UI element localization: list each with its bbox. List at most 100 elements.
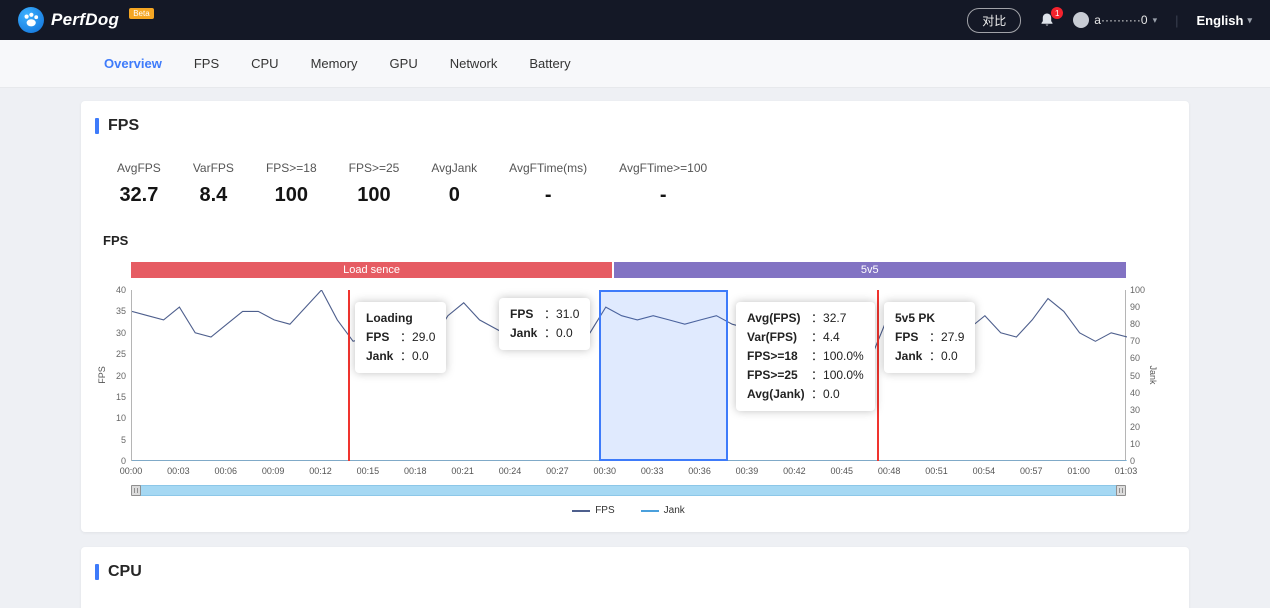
stat-value: - — [619, 184, 707, 207]
tooltip-colon: ： — [400, 330, 412, 344]
tooltip-colon: ： — [544, 326, 556, 340]
stat-varfps: VarFPS8.4 — [193, 161, 234, 207]
y-tick-label: 50 — [1130, 371, 1140, 381]
y-axis-right-title: Jank — [1148, 365, 1158, 384]
tooltip-row-label: Avg(FPS) — [747, 309, 811, 328]
y-tick-label: 80 — [1130, 319, 1140, 329]
tooltip-row-label: Avg(Jank) — [747, 385, 811, 404]
y-tick-label: 35 — [116, 306, 126, 316]
tab-memory[interactable]: Memory — [311, 56, 358, 71]
tooltip-colon: ： — [400, 349, 412, 363]
x-tick-label: 00:57 — [1020, 466, 1043, 476]
nav-tabs: Overview FPS CPU Memory GPU Network Battery — [0, 40, 1270, 88]
y-tick-label: 0 — [1130, 456, 1135, 466]
legend-label: FPS — [595, 505, 614, 516]
tooltip-row-value: 29.0 — [412, 330, 435, 344]
stat-value: 100 — [349, 184, 400, 207]
tooltip-colon: ： — [811, 387, 823, 401]
tooltip-row: Jank：0.0 — [895, 347, 964, 366]
perfdog-logo-icon — [18, 7, 44, 33]
tooltip-row-value: 31.0 — [556, 307, 579, 321]
y-tick-label: 15 — [116, 392, 126, 402]
fps-stats-row: AvgFPS32.7VarFPS8.4FPS>=18100FPS>=25100A… — [117, 161, 1189, 207]
fps-section-header: FPS — [95, 117, 1189, 135]
notification-bell[interactable]: 1 — [1039, 12, 1055, 28]
chart-scrollbar[interactable] — [131, 485, 1126, 496]
chart-tooltip: FPS：31.0Jank：0.0 — [499, 298, 590, 350]
x-tick-label: 00:51 — [925, 466, 948, 476]
tooltip-row-value: 27.9 — [941, 330, 964, 344]
chart-legend: FPS Jank — [131, 505, 1126, 516]
fps-card: FPS AvgFPS32.7VarFPS8.4FPS>=18100FPS>=25… — [81, 101, 1189, 532]
x-tick-label: 00:03 — [167, 466, 190, 476]
stat-label: AvgFTime(ms) — [509, 161, 587, 175]
tab-gpu[interactable]: GPU — [390, 56, 418, 71]
stat-value: 0 — [431, 184, 477, 207]
tooltip-row-value: 32.7 — [823, 311, 846, 325]
tab-battery[interactable]: Battery — [529, 56, 570, 71]
chart-tooltip: 5v5 PKFPS：27.9Jank：0.0 — [884, 302, 975, 373]
tab-network[interactable]: Network — [450, 56, 498, 71]
fps-chart-title: FPS — [103, 233, 1189, 248]
x-tick-label: 00:54 — [973, 466, 996, 476]
chart-tooltip: LoadingFPS：29.0Jank：0.0 — [355, 302, 446, 373]
x-tick-label: 00:42 — [783, 466, 806, 476]
y-tick-label: 20 — [116, 371, 126, 381]
tooltip-row: FPS>=25：100.0% — [747, 366, 864, 385]
stat-fps-18: FPS>=18100 — [266, 161, 317, 207]
tooltip-row-value: 0.0 — [412, 349, 429, 363]
region-bands: Load sence5v5 — [131, 262, 1126, 278]
legend-item-fps[interactable]: FPS — [572, 505, 614, 516]
stat-avgftime-100: AvgFTime>=100- — [619, 161, 707, 207]
stat-value: 32.7 — [117, 184, 161, 207]
tab-cpu[interactable]: CPU — [251, 56, 278, 71]
cpu-card: CPU AvgTotal(%)AvgTotal<=60%AvgAPP(%)Avg… — [81, 547, 1189, 608]
event-marker-line — [877, 290, 879, 461]
cpu-section-title: CPU — [108, 563, 142, 581]
section-accent-bar — [95, 564, 99, 580]
y-tick-label: 100 — [1130, 285, 1145, 295]
tooltip-row-label: FPS>=18 — [747, 347, 811, 366]
compare-button[interactable]: 对比 — [967, 8, 1021, 33]
x-tick-label: 00:45 — [830, 466, 853, 476]
tooltip-row: Avg(Jank)：0.0 — [747, 385, 864, 404]
tooltip-row: FPS：31.0 — [510, 305, 579, 324]
tooltip-row: FPS：27.9 — [895, 328, 964, 347]
y-tick-label: 90 — [1130, 302, 1140, 312]
stat-value: - — [509, 184, 587, 207]
y-axis-left-title: FPS — [97, 366, 107, 384]
tooltip-row: Avg(FPS)：32.7 — [747, 309, 864, 328]
y-tick-label: 70 — [1130, 336, 1140, 346]
legend-line-icon — [641, 510, 659, 512]
tooltip-row: FPS>=18：100.0% — [747, 347, 864, 366]
header-divider: | — [1175, 13, 1178, 28]
fps-line-chart: Load sence5v5 0510152025303540 010203040… — [131, 262, 1126, 516]
language-selector[interactable]: English ▾ — [1197, 13, 1252, 28]
tooltip-row-value: 0.0 — [941, 349, 958, 363]
scrollbar-handle-right[interactable] — [1116, 485, 1126, 496]
plot-area[interactable]: 0510152025303540 0102030405060708090100 … — [131, 290, 1126, 461]
y-tick-label: 20 — [1130, 422, 1140, 432]
brand-title: PerfDog — [51, 10, 119, 30]
x-tick-label: 00:48 — [878, 466, 901, 476]
legend-item-jank[interactable]: Jank — [641, 505, 685, 516]
account-menu[interactable]: a··········0 ▾ — [1073, 12, 1157, 28]
tooltip-colon: ： — [811, 349, 823, 363]
tooltip-row-label: FPS>=25 — [747, 366, 811, 385]
x-tick-label: 00:06 — [214, 466, 237, 476]
x-tick-label: 00:24 — [499, 466, 522, 476]
x-tick-label: 00:00 — [120, 466, 143, 476]
scrollbar-handle-left[interactable] — [131, 485, 141, 496]
tooltip-row-value: 0.0 — [823, 387, 840, 401]
tooltip-row-label: Var(FPS) — [747, 328, 811, 347]
tab-fps[interactable]: FPS — [194, 56, 219, 71]
tooltip-row-value: 0.0 — [556, 326, 573, 340]
selection-region[interactable] — [599, 290, 728, 461]
tooltip-row-value: 100.0% — [823, 349, 864, 363]
perfdog-logo[interactable]: PerfDog Beta — [18, 7, 154, 33]
cpu-section-header: CPU — [95, 563, 1189, 581]
user-avatar — [1073, 12, 1089, 28]
stat-label: VarFPS — [193, 161, 234, 175]
tab-overview[interactable]: Overview — [104, 56, 162, 71]
tooltip-colon: ： — [544, 307, 556, 321]
